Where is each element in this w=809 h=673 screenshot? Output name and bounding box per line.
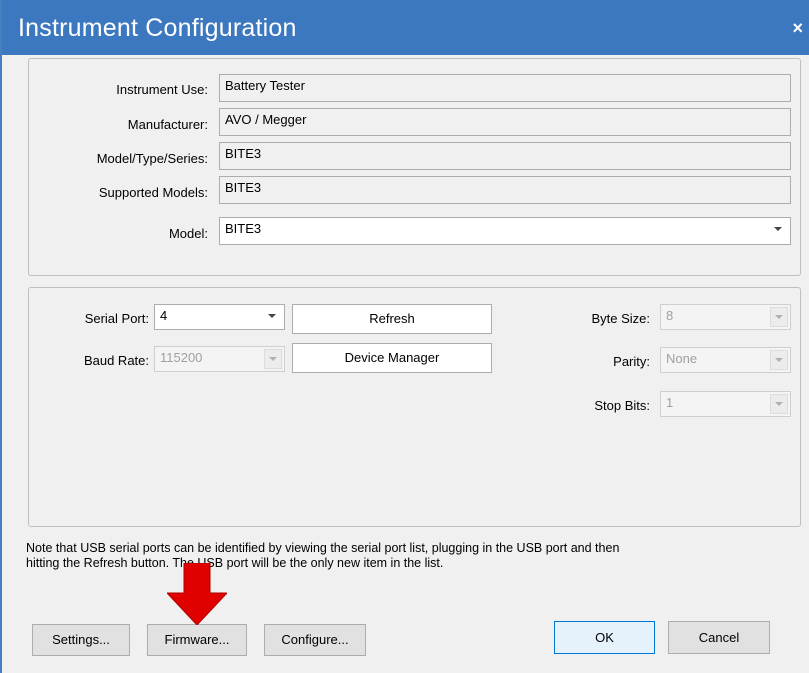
instrument-use-label: Instrument Use: [116,82,208,97]
window-title: Instrument Configuration [18,14,297,42]
usb-note-line-2: hitting the Refresh button. The USB port… [26,556,444,570]
manufacturer-field: AVO / Megger [219,108,791,136]
chevron-down-icon [770,394,788,414]
configure-button[interactable]: Configure... [264,624,366,656]
usb-note-text: Note that USB serial ports can be identi… [26,541,766,571]
usb-note-line-1: Note that USB serial ports can be identi… [26,541,620,555]
byte-size-dropdown[interactable]: 8 [660,304,791,330]
parity-value: None [666,351,698,366]
firmware-button[interactable]: Firmware... [147,624,247,656]
settings-button[interactable]: Settings... [32,624,130,656]
chevron-down-icon [268,314,276,318]
model-dropdown-value: BITE3 [225,221,262,236]
chevron-down-icon [770,350,788,370]
model-type-series-field: BITE3 [219,142,791,170]
instrument-configuration-window: Instrument Configuration × Instrument Us… [0,0,809,673]
model-type-series-label: Model/Type/Series: [96,151,208,166]
instrument-use-field: Battery Tester [219,74,791,102]
manufacturer-label: Manufacturer: [127,117,208,132]
close-icon[interactable]: × [792,18,803,39]
serial-port-dropdown[interactable]: 4 [154,304,285,330]
stop-bits-dropdown[interactable]: 1 [660,391,791,417]
byte-size-label: Byte Size: [591,311,650,326]
refresh-button[interactable]: Refresh [292,304,492,334]
model-label: Model: [168,226,208,241]
title-bar: Instrument Configuration × [2,0,809,55]
chevron-down-icon [774,227,782,231]
stop-bits-value: 1 [666,395,674,410]
red-down-arrow-icon [167,563,227,625]
serial-port-value: 4 [160,308,168,323]
parity-dropdown[interactable]: None [660,347,791,373]
cancel-button[interactable]: Cancel [668,621,770,654]
baud-rate-value: 115200 [160,350,203,365]
device-manager-button[interactable]: Device Manager [292,343,492,373]
supported-models-field: BITE3 [219,176,791,204]
chevron-down-icon [770,307,788,327]
baud-rate-label: Baud Rate: [83,353,149,368]
serial-port-label: Serial Port: [84,311,149,326]
baud-rate-dropdown[interactable]: 115200 [154,346,285,372]
ok-button[interactable]: OK [554,621,655,654]
stop-bits-label: Stop Bits: [594,398,650,413]
byte-size-value: 8 [666,308,674,323]
supported-models-label: Supported Models: [98,185,208,200]
model-dropdown[interactable]: BITE3 [219,217,791,245]
parity-label: Parity: [613,354,650,369]
chevron-down-icon [264,349,282,369]
